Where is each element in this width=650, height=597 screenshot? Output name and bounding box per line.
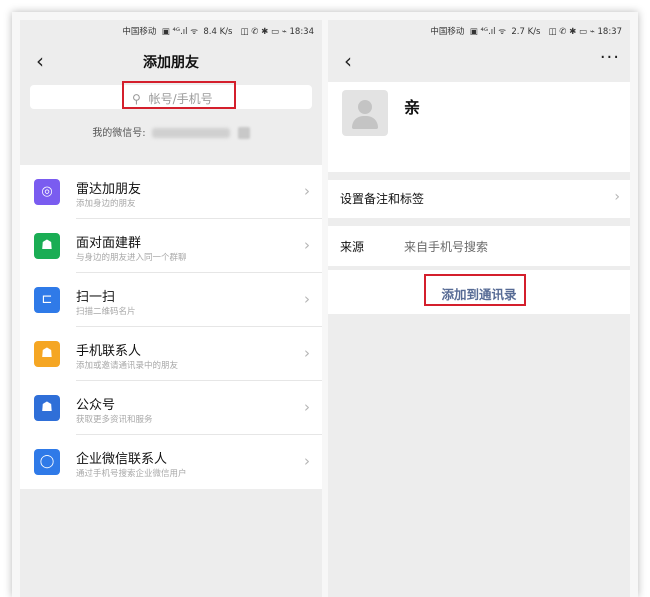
- search-highlight-box: [122, 81, 236, 109]
- avatar-head: [358, 100, 372, 114]
- qr-code-icon[interactable]: [237, 127, 250, 139]
- search-input[interactable]: ⚲ 帐号/手机号: [30, 81, 312, 109]
- chevron-right-icon: ›: [304, 344, 310, 362]
- menu-item-title: 企业微信联系人: [76, 452, 168, 467]
- page-title: 添加朋友: [143, 55, 199, 71]
- more-icon[interactable]: ···: [600, 48, 620, 68]
- status-bar: 中国移动 ▣ ⁴ᴳ.ıl ᯤ 2.7 K/s ◫ ✆ ✱ ▭ ⌁ 18:37: [430, 27, 623, 37]
- my-wechat-id-label: 我的微信号:: [92, 128, 146, 139]
- navbar: ‹ 添加朋友: [20, 40, 322, 82]
- remark-and-tags-row[interactable]: 设置备注和标签 ›: [328, 180, 630, 218]
- chevron-right-icon: ›: [304, 182, 310, 200]
- net-speed: 2.7 K/s: [511, 27, 541, 37]
- menu-item-official[interactable]: ☗ 公众号获取更多资讯和服务 ›: [20, 381, 322, 435]
- my-wechat-id: 我的微信号:: [20, 124, 322, 139]
- avatar[interactable]: [342, 90, 388, 136]
- menu-item-title: 雷达加朋友: [76, 182, 142, 197]
- profile-card: 亲: [328, 82, 630, 172]
- add-to-contacts-button[interactable]: 添加到通讯录: [328, 270, 630, 314]
- clock: 18:34: [289, 27, 315, 37]
- group-icon: ☗: [34, 233, 60, 259]
- menu-item-title: 面对面建群: [76, 236, 142, 251]
- source-row: 来源 来自手机号搜索: [328, 226, 630, 266]
- carrier-label: 中国移动: [122, 27, 157, 37]
- menu-item-subtitle: 获取更多资讯和服务: [76, 415, 153, 425]
- chevron-right-icon: ›: [304, 452, 310, 470]
- remark-label: 设置备注和标签: [340, 192, 425, 206]
- official-icon: ☗: [34, 395, 60, 421]
- menu-item-title: 扫一扫: [76, 290, 116, 305]
- menu-item-wecom[interactable]: ◯ 企业微信联系人通过手机号搜索企业微信用户 ›: [20, 435, 322, 489]
- chevron-right-icon: ›: [614, 189, 620, 205]
- contacts-icon: ☗: [34, 341, 60, 367]
- menu-item-subtitle: 通过手机号搜索企业微信用户: [76, 469, 187, 479]
- navbar: ‹ ···: [328, 40, 630, 82]
- radar-icon: ◎: [34, 179, 60, 205]
- chevron-right-icon: ›: [304, 290, 310, 308]
- blurred-id: [151, 128, 230, 138]
- status-bar: 中国移动 ▣ ⁴ᴳ.ıl ᯤ 8.4 K/s ◫ ✆ ✱ ▭ ⌁ 18:34: [122, 27, 315, 37]
- menu-item-subtitle: 扫描二维码名片: [76, 307, 136, 317]
- profile-screen: 中国移动 ▣ ⁴ᴳ.ıl ᯤ 2.7 K/s ◫ ✆ ✱ ▭ ⌁ 18:37 ‹…: [328, 20, 630, 597]
- menu-item-title: 手机联系人: [76, 344, 142, 359]
- carrier-label: 中国移动: [430, 27, 465, 37]
- screenshot-frame: 中国移动 ▣ ⁴ᴳ.ıl ᯤ 8.4 K/s ◫ ✆ ✱ ▭ ⌁ 18:34 ‹…: [12, 12, 638, 597]
- back-icon[interactable]: ‹: [338, 49, 358, 73]
- chevron-right-icon: ›: [304, 398, 310, 416]
- menu-item-subtitle: 添加或邀请通讯录中的朋友: [76, 361, 179, 371]
- scan-icon: ⊏: [34, 287, 60, 313]
- add-friend-options: ◎ 雷达加朋友添加身边的朋友 › ☗ 面对面建群与身边的朋友进入同一个群聊 › ⊏ 扫一扫扫描…: [20, 165, 322, 489]
- menu-item-subtitle: 添加身边的朋友: [76, 199, 136, 209]
- source-label: 来源: [340, 240, 365, 254]
- menu-item-title: 公众号: [76, 398, 116, 413]
- menu-item-subtitle: 与身边的朋友进入同一个群聊: [76, 253, 187, 263]
- add-friend-screen: 中国移动 ▣ ⁴ᴳ.ıl ᯤ 8.4 K/s ◫ ✆ ✱ ▭ ⌁ 18:34 ‹…: [20, 20, 322, 597]
- wecom-icon: ◯: [34, 449, 60, 475]
- source-value: 来自手机号搜索: [404, 240, 489, 254]
- chevron-right-icon: ›: [304, 236, 310, 254]
- profile-name: 亲: [404, 98, 421, 117]
- add-highlight-box: [424, 274, 526, 306]
- menu-item-contacts[interactable]: ☗ 手机联系人添加或邀请通讯录中的朋友 ›: [20, 327, 322, 381]
- menu-item-scan[interactable]: ⊏ 扫一扫扫描二维码名片 ›: [20, 273, 322, 327]
- menu-item-group[interactable]: ☗ 面对面建群与身边的朋友进入同一个群聊 ›: [20, 219, 322, 273]
- menu-item-radar[interactable]: ◎ 雷达加朋友添加身边的朋友 ›: [20, 165, 322, 219]
- net-speed: 8.4 K/s: [203, 27, 233, 37]
- clock: 18:37: [597, 27, 623, 37]
- avatar-body: [352, 116, 378, 129]
